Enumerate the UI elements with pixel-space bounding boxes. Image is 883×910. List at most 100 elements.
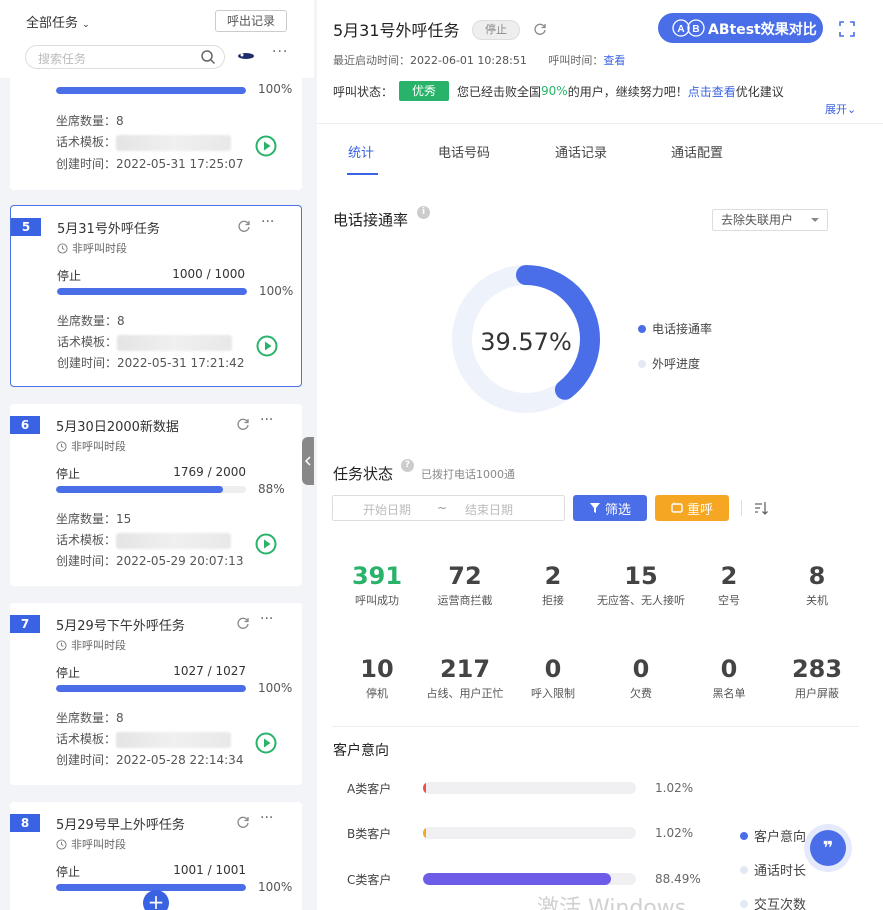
progress-percent: 100% bbox=[258, 880, 293, 894]
task-schedule: 非呼叫时段 bbox=[56, 836, 126, 852]
task-card[interactable]: 7 5月29号下午外呼任务 ··· 非呼叫时段 停止 1027 / 1027 1… bbox=[10, 603, 302, 785]
intent-bar-percent: 88.49% bbox=[655, 872, 701, 886]
view-suggestion-link[interactable]: 点击查看 bbox=[688, 83, 736, 100]
chat-support-button[interactable]: ❞ bbox=[810, 830, 846, 866]
task-title: 5月29号下午外呼任务 bbox=[56, 619, 185, 634]
expand-toggle[interactable]: 展开⌄ bbox=[825, 101, 856, 117]
stat-item: 8 关机 bbox=[772, 562, 862, 609]
legend-dot bbox=[740, 831, 748, 840]
connect-rate-value: 39.57% bbox=[480, 328, 572, 356]
task-schedule: 非呼叫时段 bbox=[56, 438, 126, 454]
end-date-placeholder: 结束日期 bbox=[465, 503, 514, 517]
progress-percent: 100% bbox=[259, 284, 294, 298]
stat-item: 391 呼叫成功 bbox=[332, 562, 422, 609]
task-title: 5月30日2000新数据 bbox=[56, 420, 179, 435]
stat-label: 用户屏蔽 bbox=[795, 687, 839, 700]
intent-bar-percent: 1.02% bbox=[655, 826, 694, 840]
add-task-button[interactable]: + bbox=[143, 890, 169, 910]
lost-user-filter-select[interactable]: 去除失联用户 bbox=[712, 209, 828, 231]
dialed-count-note: 已拨打电话1000通 bbox=[421, 468, 515, 481]
page-title: 5月31号外呼任务 bbox=[333, 21, 460, 40]
play-icon[interactable] bbox=[255, 732, 277, 754]
refresh-icon[interactable] bbox=[236, 417, 250, 431]
task-index-badge: 7 bbox=[10, 615, 40, 633]
intent-bar-track bbox=[423, 827, 636, 839]
stat-value: 8 bbox=[808, 562, 826, 590]
task-card[interactable]: 6 5月30日2000新数据 ··· 非呼叫时段 停止 1769 / 2000 … bbox=[10, 404, 302, 586]
all-tasks-dropdown[interactable]: 全部任务 ⌄ bbox=[26, 12, 90, 31]
seat-count: 坐席数量：8 bbox=[56, 711, 124, 725]
redacted-block bbox=[116, 134, 232, 151]
date-range-picker[interactable]: 开始日期 ~ 结束日期 bbox=[332, 495, 565, 521]
tab-call-config[interactable]: 通话配置 bbox=[671, 142, 723, 161]
search-icon[interactable] bbox=[200, 49, 216, 65]
play-icon[interactable] bbox=[255, 135, 277, 157]
view-call-time-link[interactable]: 查看 bbox=[603, 54, 625, 67]
more-icon[interactable]: ··· bbox=[261, 214, 274, 230]
task-card-partial[interactable]: 100% 坐席数量：8 话术模板： 创建时间：2022-05-31 17:25:… bbox=[10, 74, 302, 190]
call-status-line: 呼叫状态： 优秀 您已经击败全国 90% 的用户，继续努力吧！ 点击查看 优化建议 bbox=[333, 81, 784, 101]
created-time: 创建时间：2022-05-31 17:25:07 bbox=[56, 157, 244, 171]
play-icon[interactable] bbox=[255, 533, 277, 555]
more-icon[interactable]: ··· bbox=[260, 810, 273, 826]
ab-icon: A B bbox=[672, 19, 705, 37]
seat-count: 坐席数量：15 bbox=[56, 512, 132, 526]
task-count: 1000 / 1000 bbox=[172, 267, 245, 281]
stat-item: 2 空号 bbox=[684, 562, 774, 609]
refresh-icon[interactable] bbox=[533, 22, 547, 36]
call-status-badge: 优秀 bbox=[399, 81, 450, 101]
more-icon[interactable]: ··· bbox=[272, 44, 288, 60]
clock-icon bbox=[57, 242, 68, 254]
progress-percent: 88% bbox=[258, 482, 285, 496]
stat-label: 运营商拦截 bbox=[437, 594, 493, 607]
script-template: 话术模板： bbox=[57, 333, 233, 351]
more-icon[interactable]: ··· bbox=[260, 611, 273, 627]
script-template: 话术模板： bbox=[56, 531, 232, 549]
abtest-compare-button[interactable]: A B ABtest效果对比 bbox=[658, 13, 823, 43]
stat-value: 72 bbox=[448, 562, 482, 590]
magic-wand-icon[interactable] bbox=[236, 49, 256, 63]
all-tasks-label: 全部任务 bbox=[26, 16, 79, 31]
task-title: 5月29号早上外呼任务 bbox=[56, 818, 185, 833]
recall-button[interactable]: 重呼 bbox=[655, 495, 729, 521]
stat-item: 283 用户屏蔽 bbox=[772, 655, 862, 702]
legend-item-call-progress: 外呼进度 bbox=[638, 355, 700, 372]
info-icon[interactable]: i bbox=[417, 206, 430, 219]
task-count: 1027 / 1027 bbox=[173, 664, 246, 678]
stat-item: 0 欠费 bbox=[596, 655, 686, 702]
created-time: 创建时间：2022-05-29 20:07:13 bbox=[56, 554, 244, 568]
stat-item: 72 运营商拦截 bbox=[420, 562, 510, 609]
stat-value: 0 bbox=[720, 655, 738, 683]
play-icon[interactable] bbox=[256, 335, 278, 357]
search-input[interactable]: 搜索任务 bbox=[25, 45, 225, 69]
redacted-block bbox=[117, 334, 233, 351]
stat-label: 呼叫成功 bbox=[355, 594, 399, 607]
collapse-panel-handle[interactable] bbox=[302, 437, 314, 485]
refresh-icon[interactable] bbox=[236, 616, 250, 630]
filter-icon bbox=[589, 503, 600, 513]
more-icon[interactable]: ··· bbox=[260, 412, 273, 428]
stat-value: 283 bbox=[791, 655, 843, 683]
info-icon[interactable]: ? bbox=[401, 459, 414, 472]
task-index-badge: 6 bbox=[10, 416, 40, 434]
refresh-icon[interactable] bbox=[236, 815, 250, 829]
tab-phone-numbers[interactable]: 电话号码 bbox=[438, 142, 490, 161]
tab-call-records[interactable]: 通话记录 bbox=[555, 142, 607, 161]
stat-label: 拒接 bbox=[542, 594, 564, 607]
filter-button[interactable]: 筛选 bbox=[573, 495, 647, 521]
legend-item-interactions: 交互次数 bbox=[740, 894, 806, 910]
refresh-icon[interactable] bbox=[237, 219, 251, 233]
task-card[interactable]: 5 5月31号外呼任务 ··· 非呼叫时段 停止 1000 / 1000 100… bbox=[10, 205, 302, 387]
sort-icon[interactable] bbox=[753, 500, 769, 516]
legend-item-intent: 客户意向 bbox=[740, 826, 806, 845]
task-schedule: 非呼叫时段 bbox=[56, 637, 126, 653]
tab-statistics[interactable]: 统计 bbox=[348, 142, 374, 161]
fullscreen-icon[interactable] bbox=[838, 20, 856, 38]
call-records-button[interactable]: 呼出记录 bbox=[215, 10, 287, 32]
stat-label: 欠费 bbox=[630, 687, 652, 700]
divider bbox=[317, 123, 883, 124]
intent-bar-track bbox=[423, 782, 636, 794]
date-separator: ~ bbox=[437, 501, 448, 515]
clock-icon bbox=[56, 838, 67, 850]
progress-percent: 100% bbox=[258, 82, 293, 96]
